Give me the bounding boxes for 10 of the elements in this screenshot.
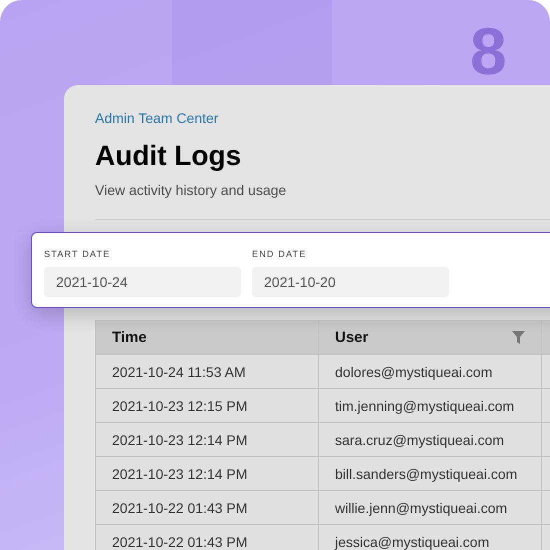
filter-icon[interactable] bbox=[512, 331, 525, 344]
breadcrumb: Admin Team Center bbox=[95, 109, 220, 127]
date-field[interactable]: 2021-10-20 bbox=[252, 267, 449, 297]
page-subtitle: View activity history and usage bbox=[95, 181, 288, 199]
table-cell: 2021-10-22 01:43 PM bbox=[96, 525, 319, 550]
date-label: END DATE bbox=[252, 248, 308, 260]
date-label: START DATE bbox=[44, 248, 112, 260]
table-cell: jessica@mystiqueai.com bbox=[319, 525, 542, 550]
page-title: Audit Logs bbox=[95, 139, 242, 173]
date-field[interactable]: 2021-10-24 bbox=[44, 267, 241, 297]
